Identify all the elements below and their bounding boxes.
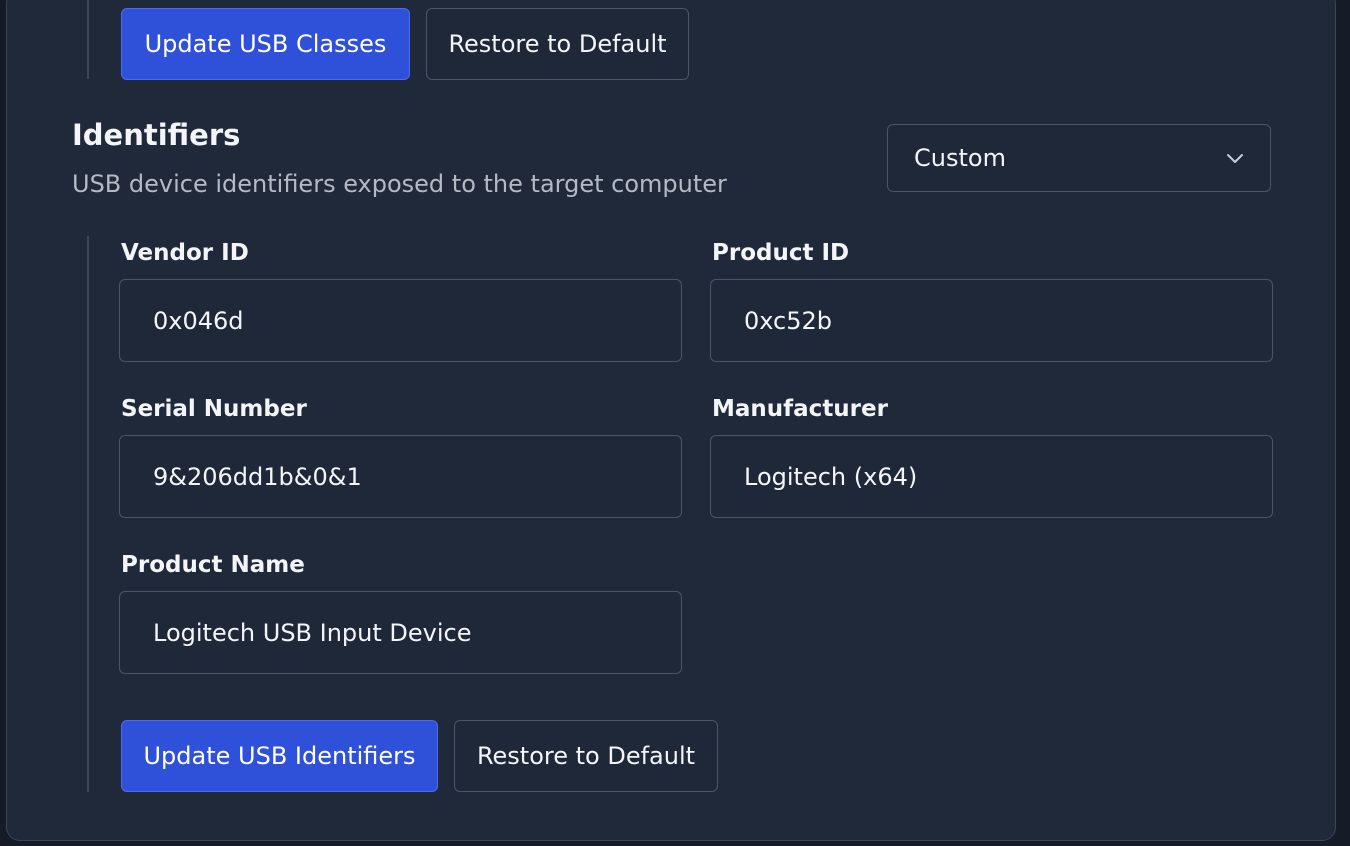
identifier-preset-value: Custom	[914, 144, 1006, 172]
update-usb-identifiers-button[interactable]: Update USB Identifiers	[121, 720, 438, 792]
product-id-input[interactable]	[710, 279, 1273, 362]
update-usb-classes-button[interactable]: Update USB Classes	[121, 8, 410, 80]
chevron-down-icon	[1227, 154, 1243, 163]
usb-classes-rail	[87, 0, 89, 79]
product-id-label: Product ID	[712, 240, 850, 266]
product-name-input[interactable]	[119, 591, 682, 674]
vendor-id-input[interactable]	[119, 279, 682, 362]
vendor-id-label: Vendor ID	[121, 240, 249, 266]
product-name-label: Product Name	[121, 552, 305, 578]
manufacturer-input[interactable]	[710, 435, 1273, 518]
identifiers-rail	[87, 236, 89, 792]
identifiers-title: Identifiers	[72, 118, 241, 152]
serial-number-input[interactable]	[119, 435, 682, 518]
manufacturer-label: Manufacturer	[712, 396, 888, 422]
restore-identifiers-default-button[interactable]: Restore to Default	[454, 720, 718, 792]
serial-number-label: Serial Number	[121, 396, 307, 422]
identifier-preset-select[interactable]: Custom	[887, 124, 1271, 192]
restore-usb-classes-default-button[interactable]: Restore to Default	[426, 8, 689, 80]
identifiers-description: USB device identifiers exposed to the ta…	[72, 170, 727, 198]
